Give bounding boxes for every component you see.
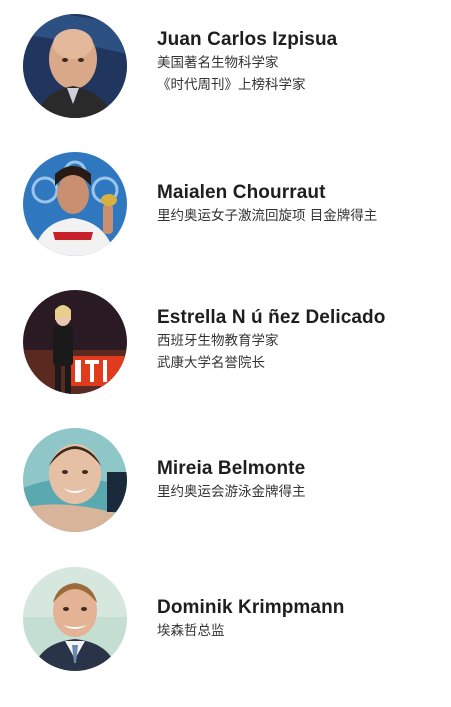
person-description-line: 里约奥运女子激流回旋项 目金牌得主 [157, 208, 378, 224]
person-description-line: 里约奥运会游泳金牌得主 [157, 484, 306, 500]
person-description-line: 《时代周刊》上榜科学家 [157, 77, 306, 93]
avatar-nunez [23, 290, 127, 394]
person-name: Dominik Krimpmann [157, 597, 345, 618]
person-name: Estrella N ú ñez Delicado [157, 307, 386, 328]
person-name: Maialen Chourraut [157, 182, 326, 203]
person-description-line: 西班牙生物教育学家 [157, 333, 279, 349]
person-description-line: 武康大学名誉院长 [157, 355, 265, 371]
avatar-belmonte [23, 428, 127, 532]
avatar-chourraut [23, 152, 127, 256]
person-card-izpisua: Juan Carlos Izpisua 美国著名生物科学家 《时代周刊》上榜科学… [0, 14, 451, 124]
person-card-chourraut: Maialen Chourraut 里约奥运女子激流回旋项 目金牌得主 [0, 152, 451, 262]
person-name: Mireia Belmonte [157, 458, 306, 479]
avatar-izpisua [23, 14, 127, 118]
person-description-line: 埃森哲总监 [157, 623, 225, 639]
person-card-belmonte: Mireia Belmonte 里约奥运会游泳金牌得主 [0, 428, 451, 538]
person-description-line: 美国著名生物科学家 [157, 55, 279, 71]
person-name: Juan Carlos Izpisua [157, 29, 338, 50]
person-card-nunez: Estrella N ú ñez Delicado 西班牙生物教育学家 武康大学… [0, 290, 451, 400]
avatar-krimpmann [23, 567, 127, 671]
person-card-krimpmann: Dominik Krimpmann 埃森哲总监 [0, 567, 451, 677]
